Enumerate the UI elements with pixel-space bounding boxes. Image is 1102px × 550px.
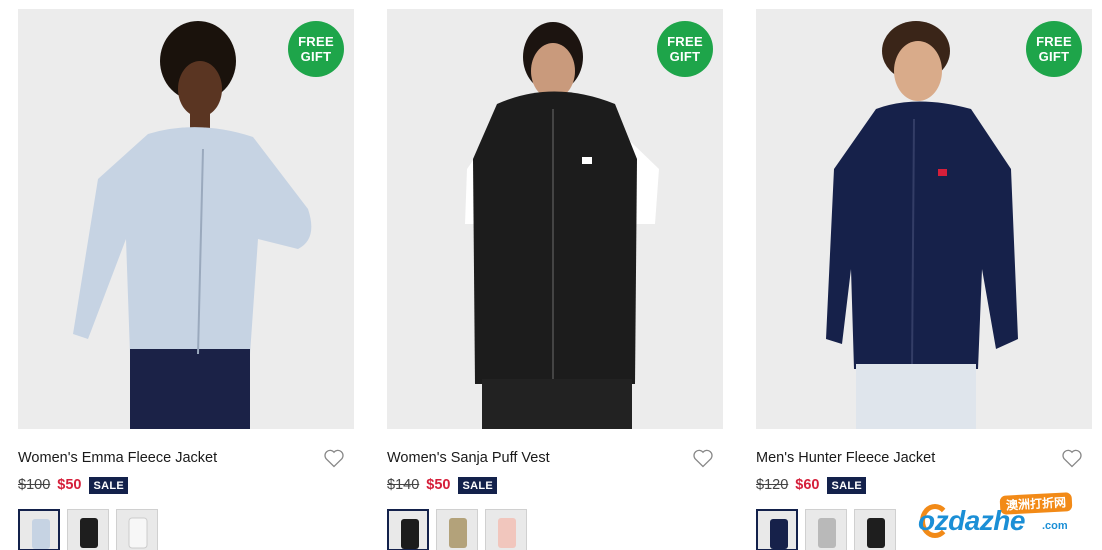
sale-badge: SALE [827,476,867,494]
free-gift-badge: FREE GIFT [1026,21,1082,77]
product-name[interactable]: Women's Emma Fleece Jacket [18,450,217,466]
color-swatch[interactable] [436,509,478,550]
free-gift-badge: FREE GIFT [657,21,713,77]
color-swatch[interactable] [854,509,896,550]
heart-outline-icon[interactable] [691,446,715,470]
watermark-logo: 澳洲打折网 ozdazhe .com [918,490,1088,542]
original-price: $140 [387,477,420,493]
product-card[interactable]: FREE GIFT Women's Sanja Puff Vest $140 $… [387,9,723,550]
color-swatches [387,509,723,550]
color-swatch[interactable] [387,509,429,550]
product-name[interactable]: Women's Sanja Puff Vest [387,450,550,466]
sale-price: $50 [57,477,82,493]
badge-line-1: FREE [1036,34,1072,49]
product-image[interactable]: FREE GIFT [387,9,723,429]
sale-badge: SALE [458,476,498,494]
sale-price: $60 [795,477,820,493]
original-price: $100 [18,477,51,493]
sale-badge: SALE [89,476,129,494]
badge-line-2: GIFT [300,49,332,64]
product-image[interactable]: FREE GIFT [756,9,1092,429]
badge-line-2: GIFT [1038,49,1070,64]
color-swatch[interactable] [756,509,798,550]
heart-outline-icon[interactable] [322,446,346,470]
heart-outline-icon[interactable] [1060,446,1084,470]
color-swatch[interactable] [116,509,158,550]
badge-line-1: FREE [298,34,334,49]
badge-line-2: GIFT [669,49,701,64]
color-swatches [18,509,354,550]
color-swatch[interactable] [18,509,60,550]
color-swatch[interactable] [67,509,109,550]
free-gift-badge: FREE GIFT [288,21,344,77]
color-swatch[interactable] [485,509,527,550]
product-card[interactable]: FREE GIFT Men's Hunter Fleece Jacket $12… [756,9,1092,550]
original-price: $120 [756,477,789,493]
logo-text: ozdazhe [918,505,1025,536]
product-image[interactable]: FREE GIFT [18,9,354,429]
product-name[interactable]: Men's Hunter Fleece Jacket [756,450,935,466]
sale-price: $50 [426,477,451,493]
logo-suffix: .com [1042,520,1068,532]
badge-line-1: FREE [667,34,703,49]
product-card[interactable]: FREE GIFT Women's Emma Fleece Jacket $10… [18,9,354,550]
color-swatch[interactable] [805,509,847,550]
